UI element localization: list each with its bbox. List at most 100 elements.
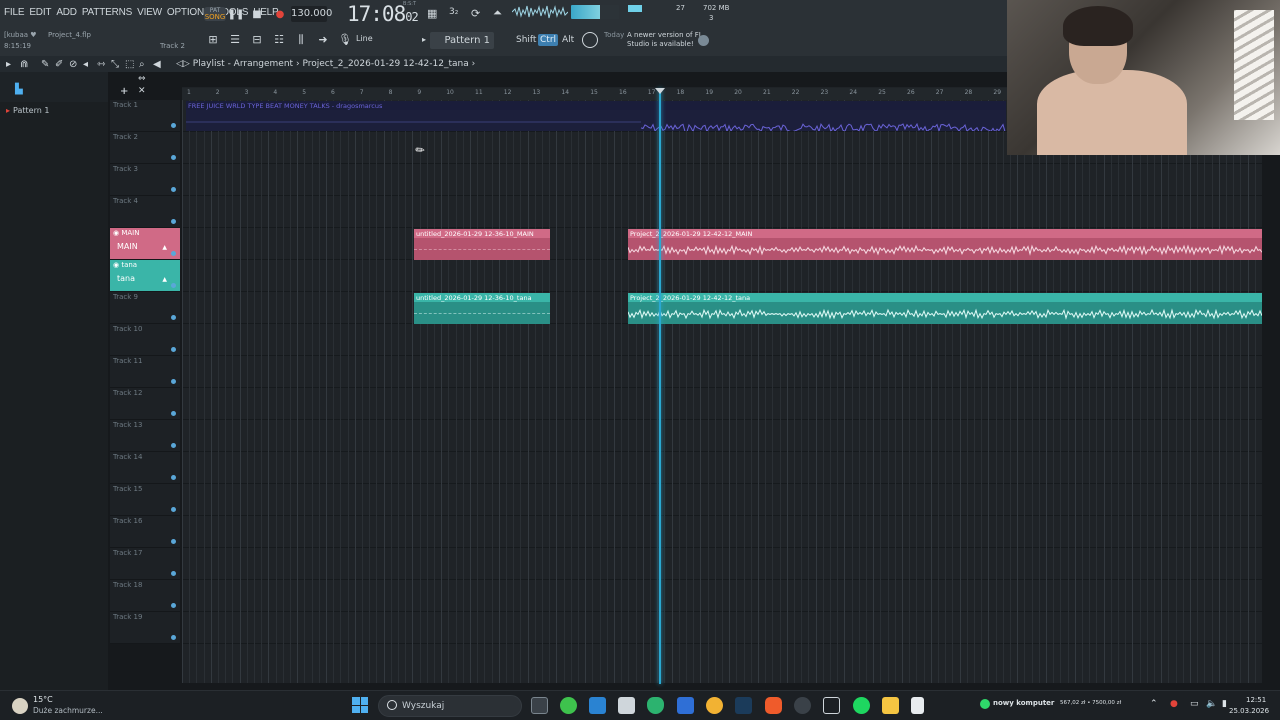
mixer-icon[interactable]: ☷ [271, 32, 287, 48]
track-header[interactable]: Track 14 [110, 452, 180, 484]
playlist-arrows-icon[interactable]: ◁▷ [176, 59, 193, 69]
menu-file[interactable]: FILE [4, 7, 25, 18]
track-mute-icon[interactable] [171, 507, 176, 512]
pattern-song-toggle[interactable]: PAT SONG [204, 7, 226, 21]
track-header[interactable]: ◉ tana tana ▲ [110, 260, 180, 292]
resize-icon[interactable]: ⇔ [138, 74, 146, 84]
typing-keyboard-icon[interactable]: ▦ [427, 7, 437, 20]
track-mute-icon[interactable] [171, 379, 176, 384]
menu-view[interactable]: VIEW [137, 7, 162, 18]
ctrl-modifier[interactable]: Ctrl [538, 34, 559, 46]
track-mute-icon[interactable] [171, 219, 176, 224]
record-icon[interactable]: ● [272, 6, 288, 22]
clip-main-untitled[interactable]: untitled_2026-01-29 12-36-10_MAIN [414, 229, 550, 260]
track-header[interactable]: Track 12 [110, 388, 180, 420]
track-mute-icon[interactable] [171, 411, 176, 416]
arrangement-grid[interactable] [182, 87, 1262, 683]
snap-mode[interactable]: Line [356, 34, 373, 43]
explorer-icon[interactable] [882, 697, 899, 714]
chat-icon[interactable] [706, 697, 723, 714]
update-icon[interactable] [582, 32, 598, 48]
weather-icon[interactable] [12, 698, 28, 714]
track-header[interactable]: Track 3 [110, 164, 180, 196]
track-mute-icon[interactable] [171, 155, 176, 160]
settings-icon[interactable] [794, 697, 811, 714]
clip-tana-project[interactable]: Project_2_2026-01-29 12-42-12_tana [628, 293, 1262, 324]
track-mute-icon[interactable] [171, 475, 176, 480]
taskbar-time[interactable]: 12:51 [1246, 696, 1266, 704]
track-mute-icon[interactable] [171, 635, 176, 640]
playhead-marker-icon[interactable] [655, 88, 665, 94]
track-mute-icon[interactable] [171, 347, 176, 352]
mute-icon[interactable]: ◂ [83, 59, 88, 70]
news-message[interactable]: A newer version of FL Studio is availabl… [627, 31, 727, 49]
weather-temperature[interactable]: 15°C [33, 695, 53, 704]
battery-icon[interactable]: ▮ [1222, 699, 1227, 709]
clip-tana-untitled[interactable]: untitled_2026-01-29 12-36-10_tana [414, 293, 550, 324]
step-edit-icon[interactable]: 3₂ [449, 7, 458, 17]
volume-icon[interactable]: 🔈 [1206, 699, 1217, 709]
fl-studio-icon[interactable] [560, 697, 577, 714]
picker-icon[interactable]: ▙ [15, 84, 23, 95]
playhead[interactable] [659, 88, 661, 684]
tempo-display[interactable]: 130.000 [291, 6, 332, 22]
brave-icon[interactable] [765, 697, 782, 714]
track-expand-icon[interactable]: ▲ [162, 244, 167, 251]
delete-icon[interactable]: ⊘ [69, 59, 77, 70]
track-header[interactable]: Track 2 [110, 132, 180, 164]
store-icon[interactable] [677, 697, 694, 714]
network-icon[interactable]: ▭ [1190, 699, 1199, 709]
microphone-icon[interactable]: 🎙 [337, 32, 353, 48]
select-icon[interactable]: ⬚ [125, 59, 134, 70]
track-header[interactable]: Track 1 [110, 100, 180, 132]
paint-icon[interactable]: ✐ [55, 59, 63, 70]
track-mute-icon[interactable] [171, 283, 176, 288]
magnet-icon[interactable]: ⋒ [20, 59, 28, 70]
track-header[interactable]: Track 13 [110, 420, 180, 452]
pause-icon[interactable]: ❚❚ [228, 6, 245, 22]
track-header[interactable]: Track 11 [110, 356, 180, 388]
zoom-icon[interactable]: ⌕ [139, 59, 145, 70]
chevron-up-icon[interactable]: ⌃ [1150, 699, 1158, 709]
add-track-icon[interactable]: + [120, 86, 128, 97]
track-header[interactable]: Track 10 [110, 324, 180, 356]
track-mute-icon[interactable] [171, 603, 176, 608]
track-header[interactable]: Track 16 [110, 516, 180, 548]
track-mute-icon[interactable] [171, 443, 176, 448]
piano-roll-icon[interactable]: ☰ [227, 32, 243, 48]
track-header[interactable]: Track 4 [110, 196, 180, 228]
task-view-icon[interactable] [531, 697, 548, 714]
clip-beat[interactable]: FREE JUICE WRLD TYPE BEAT MONEY TALKS - … [186, 101, 1006, 131]
clip-main-project[interactable]: Project_2_2026-01-29 12-42-12_MAIN [628, 229, 1262, 260]
browser-icon[interactable]: ⫼ [293, 32, 309, 48]
track-header[interactable]: Track 17 [110, 548, 180, 580]
pattern-list-item[interactable]: ▸ Pattern 1 [6, 106, 49, 115]
weather-description[interactable]: Duże zachmurze... [33, 706, 103, 715]
alt-modifier[interactable]: Alt [560, 34, 576, 46]
mic-icon[interactable]: ● [1170, 699, 1178, 709]
shift-modifier[interactable]: Shift [514, 34, 538, 46]
shield-icon[interactable] [647, 697, 664, 714]
track-header[interactable]: Track 9 [110, 292, 180, 324]
play-options-icon[interactable]: ▸ [6, 59, 11, 70]
track-mute-icon[interactable] [171, 187, 176, 192]
stop-icon[interactable]: ■ [249, 6, 265, 22]
slip-icon[interactable]: ⇿ [97, 59, 105, 70]
steam-icon[interactable] [735, 697, 752, 714]
mail-icon[interactable] [618, 697, 635, 714]
track-mute-icon[interactable] [171, 539, 176, 544]
taskbar-search[interactable]: Wyszukaj [378, 695, 522, 717]
spotify-icon[interactable] [853, 697, 870, 714]
notepad-icon[interactable] [911, 697, 924, 714]
system-label[interactable]: nowy komputer [993, 699, 1054, 707]
track-mute-icon[interactable] [171, 251, 176, 256]
pattern-selector[interactable]: Pattern 1 [430, 32, 494, 49]
menu-patterns[interactable]: PATTERNS [82, 7, 132, 18]
track-header[interactable]: Track 15 [110, 484, 180, 516]
track-header[interactable]: ◉ MAIN MAIN ▲ [110, 228, 180, 260]
app-g-icon[interactable] [823, 697, 840, 714]
vscode-icon[interactable] [589, 697, 606, 714]
slice-icon[interactable]: ⤡ [111, 59, 119, 70]
track-mute-icon[interactable] [171, 123, 176, 128]
track-mute-icon[interactable] [171, 571, 176, 576]
